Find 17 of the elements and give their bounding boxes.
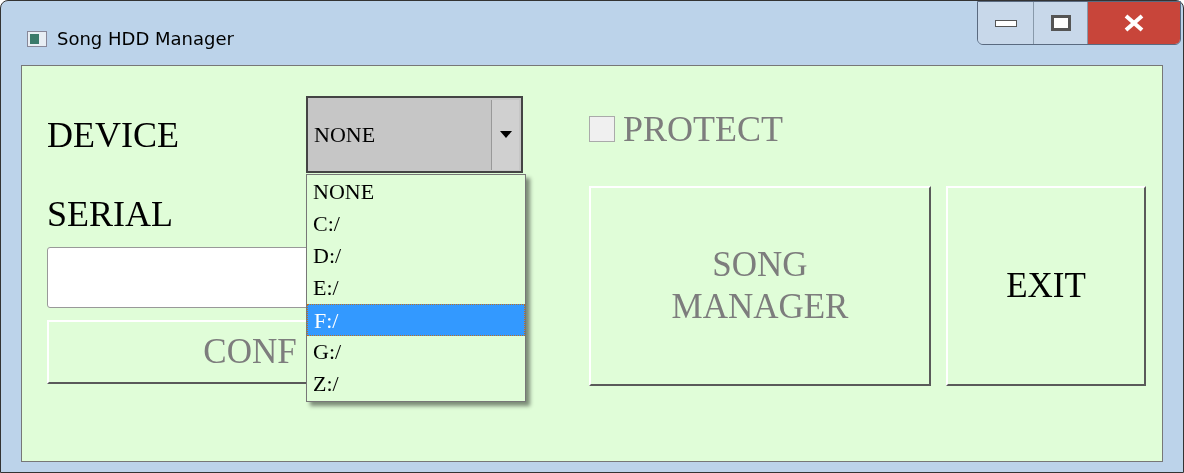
maximize-button[interactable] [1034, 2, 1088, 44]
serial-input[interactable] [47, 247, 309, 308]
dropdown-option[interactable]: NONE [307, 176, 525, 208]
dropdown-option[interactable]: C:/ [307, 208, 525, 240]
dropdown-option[interactable]: D:/ [307, 240, 525, 272]
close-icon [1123, 14, 1145, 32]
exit-button[interactable]: EXIT [946, 186, 1146, 386]
minimize-button[interactable] [978, 2, 1034, 44]
caret-icon [499, 131, 512, 138]
close-button[interactable] [1088, 2, 1180, 44]
window-title: Song HDD Manager [57, 27, 234, 51]
device-label: DEVICE [47, 113, 180, 157]
dropdown-option[interactable]: E:/ [307, 272, 525, 304]
device-dropdown[interactable]: NONE [306, 96, 523, 173]
serial-label: SERIAL [47, 193, 173, 235]
app-icon [27, 30, 47, 47]
protect-label: PROTECT [623, 108, 783, 151]
